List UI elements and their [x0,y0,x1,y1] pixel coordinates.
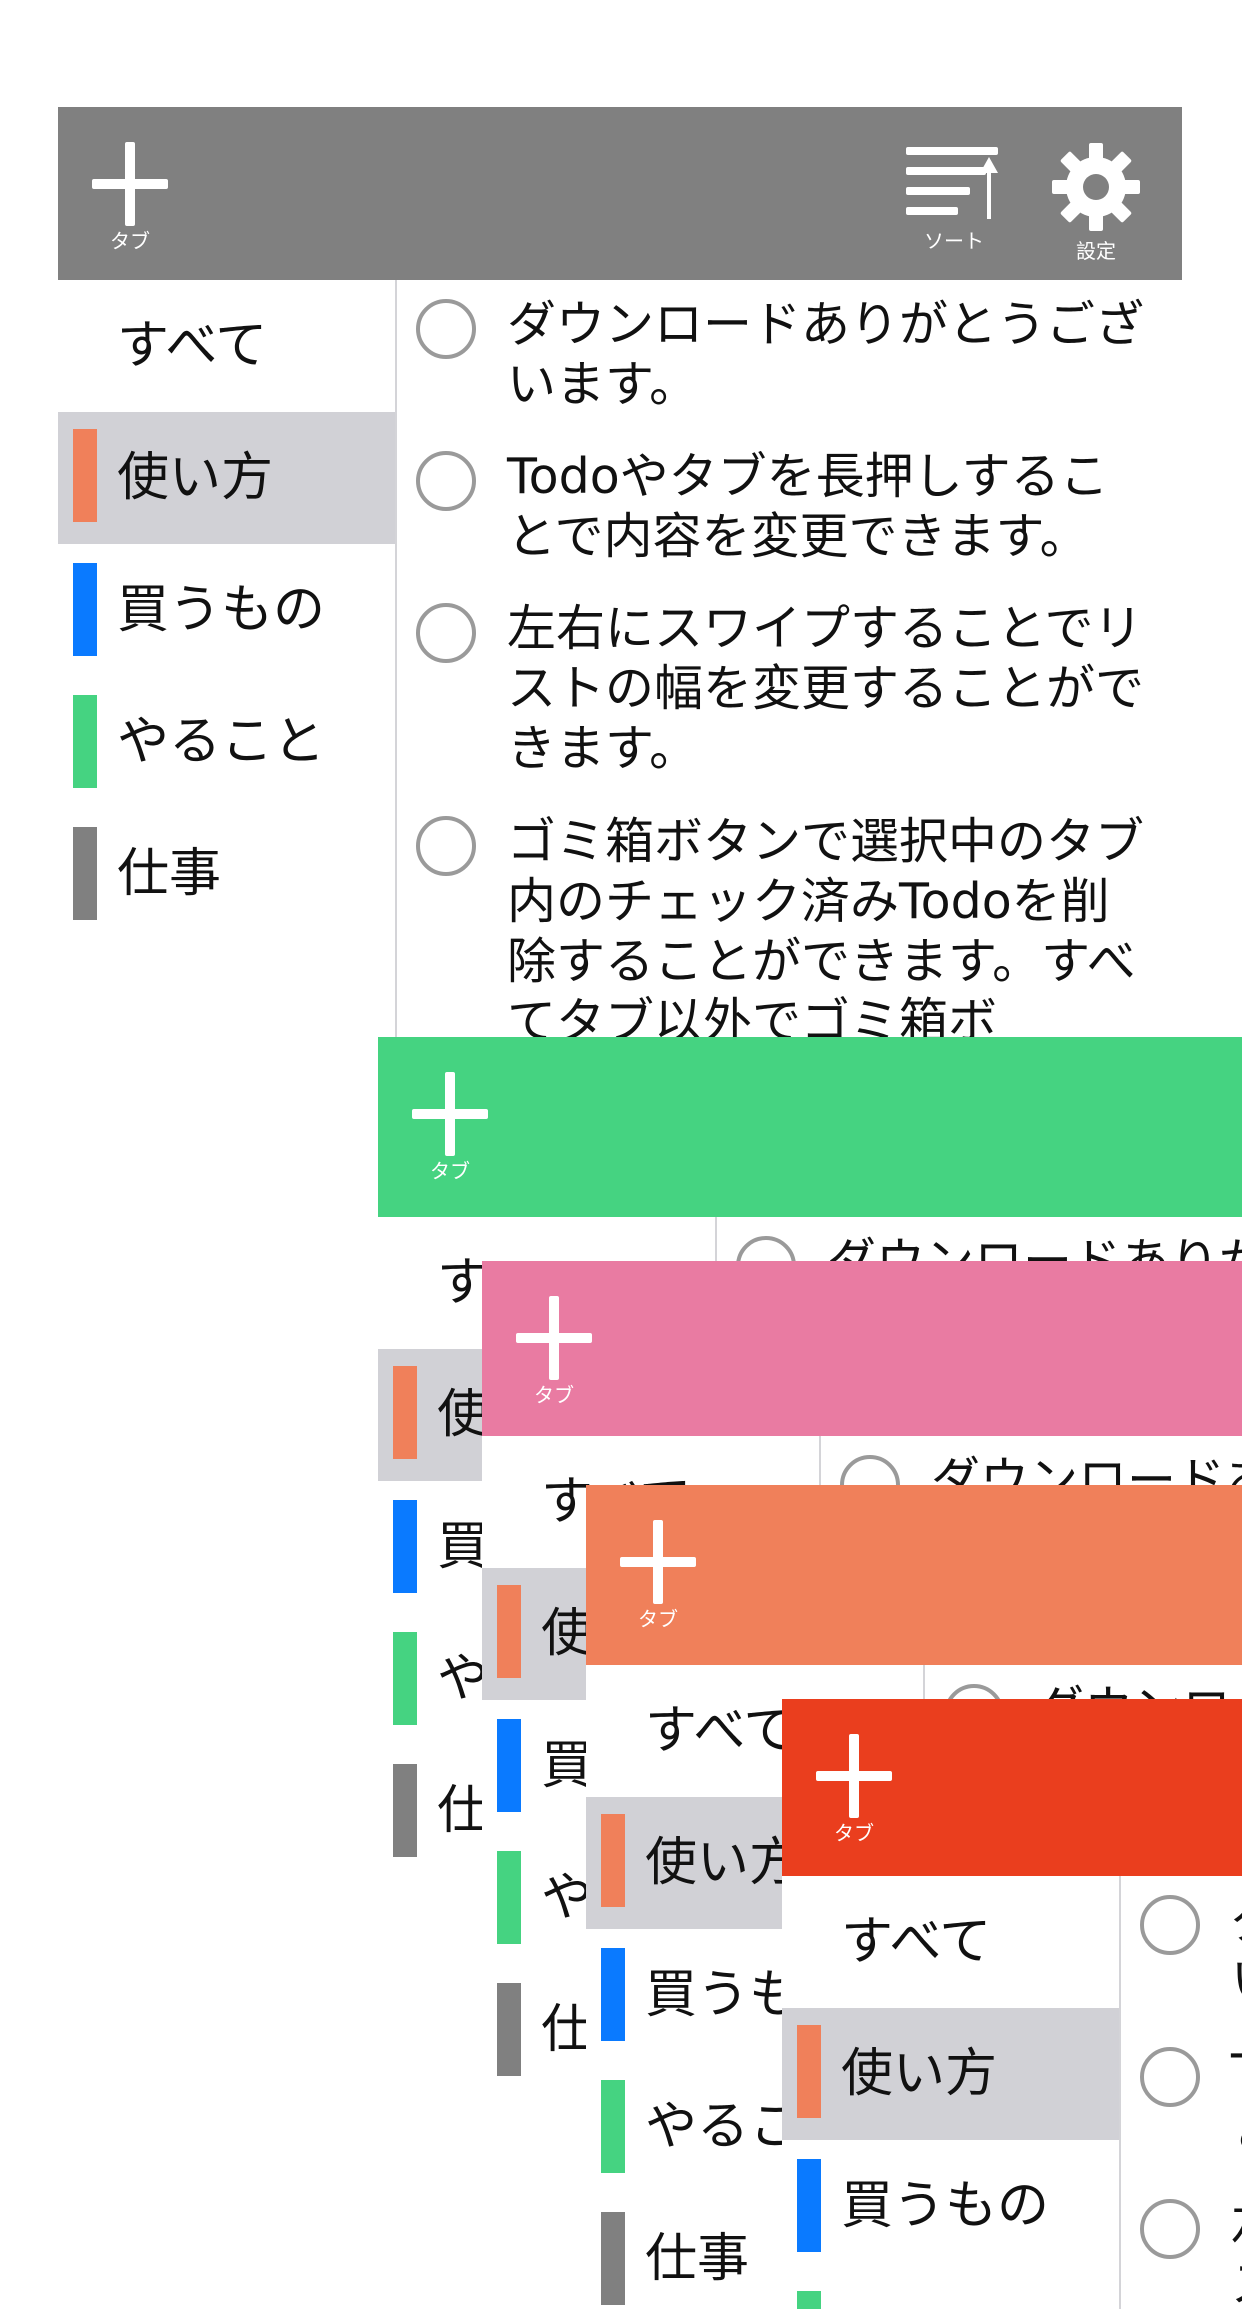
add-tab-button[interactable]: タブ [412,1067,488,1183]
tab-color-bar [797,2025,821,2118]
sort-button[interactable]: ソート [904,143,1004,253]
tab-color-bar [73,695,97,788]
sidebar-item-work[interactable]: 仕事 [58,808,395,940]
tab-color-bar [497,1585,521,1678]
tab-color-bar [73,827,97,920]
sort-icon [906,147,998,219]
sidebar-item-usage[interactable]: 使い方 [782,2008,1119,2140]
sidebar-item-usage[interactable]: 使い方 [58,412,395,544]
gear-icon [1052,143,1140,231]
add-tab-caption: タブ [834,1821,874,1845]
checkbox-circle[interactable] [1140,2199,1200,2259]
sidebar-item-all[interactable]: すべて [782,1876,1119,2008]
tab-color-bar [497,1719,521,1812]
header-bar: タブ [482,1261,1242,1436]
todo-item[interactable]: ダウンロードありがとうございます。 [1121,1891,1242,2021]
add-tab-caption: タブ [534,1383,574,1407]
todo-item[interactable]: 左右にスワイプすることでリストの幅を変更することができます。 [397,599,1182,789]
tab-sidebar: すべて 使い方 買うもの やること [782,1876,1121,2309]
tab-color-bar [393,1632,417,1725]
sort-caption: ソート [924,229,984,253]
add-tab-button[interactable]: タブ [516,1291,592,1407]
header-bar: タブ ソート 設定 [58,107,1182,280]
checkbox-circle[interactable] [416,603,476,663]
todo-item[interactable]: 左右にスワイプすることでリストの幅を変更することができます。 [1121,2195,1242,2309]
sidebar-item-shopping[interactable]: 買うもの [58,544,395,676]
sidebar-item-todo[interactable]: やること [58,676,395,808]
header-bar: タブ [782,1699,1242,1876]
tab-color-bar [393,1500,417,1593]
tab-sidebar: すべて 使い方 買うもの やること 仕事 [58,280,397,1039]
settings-caption: 設定 [1076,239,1116,263]
todo-item[interactable]: Todoやタブを長押しすることで内容を変更できます。 [397,447,1182,577]
add-tab-caption: タブ [110,229,150,253]
checkbox-circle[interactable] [1140,1895,1200,1955]
sidebar-item-todo[interactable]: やること [782,2272,1119,2309]
todo-item[interactable]: Todoやタブを長押しすることで内容を変更できます。 [1121,2043,1242,2173]
tab-color-bar [601,2080,625,2173]
app-window-red: タブ すべて 使い方 買うもの やること ダウンロードありがとうございます。 T… [782,1699,1242,2309]
app-window-gray: タブ ソート 設定 すべて 使い方 買うもの やること 仕事 ダウンロードありが… [58,107,1182,1039]
sidebar-item-shopping[interactable]: 買うもの [782,2140,1119,2272]
add-tab-button[interactable]: タブ [816,1729,892,1845]
todo-list: ダウンロードありがとうございます。 Todoやタブを長押しすることで内容を変更で… [397,280,1182,1039]
tab-color-bar [497,1983,521,2076]
add-tab-button[interactable]: タブ [92,137,168,253]
tab-color-bar [601,1814,625,1907]
todo-item[interactable]: ダウンロードありがとうございます。 [397,295,1182,425]
tab-color-bar [601,2212,625,2305]
add-tab-button[interactable]: タブ [620,1515,696,1631]
checkbox-circle[interactable] [416,816,476,876]
header-bar: タブ [378,1037,1242,1217]
add-tab-caption: タブ [638,1607,678,1631]
checkbox-circle[interactable] [416,451,476,511]
sidebar-item-all[interactable]: すべて [58,280,395,412]
todo-list: ダウンロードありがとうございます。 Todoやタブを長押しすることで内容を変更で… [1121,1876,1242,2309]
tab-color-bar [73,429,97,522]
checkbox-circle[interactable] [1140,2047,1200,2107]
todo-item[interactable]: ゴミ箱ボタンで選択中のタブ内のチェック済みTodoを削除することができます。すべ… [397,812,1182,1039]
tab-color-bar [497,1851,521,1944]
checkbox-circle[interactable] [416,299,476,359]
settings-button[interactable]: 設定 [1048,139,1144,263]
tab-color-bar [393,1764,417,1857]
add-tab-caption: タブ [430,1159,470,1183]
tab-color-bar [393,1366,417,1459]
tab-color-bar [797,2291,821,2309]
tab-color-bar [797,2159,821,2252]
tab-color-bar [601,1948,625,2041]
header-bar: タブ [586,1485,1242,1665]
tab-color-bar [73,563,97,656]
